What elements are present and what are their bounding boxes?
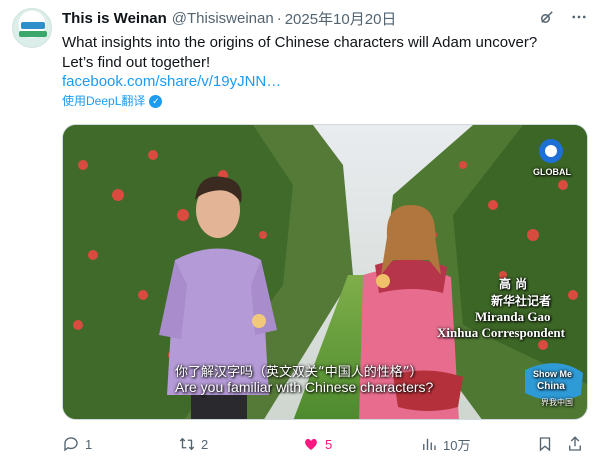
- caption-title-cn: 新华社记者: [491, 294, 552, 308]
- retweet-button[interactable]: 2: [178, 432, 208, 456]
- subtitle-en: Are you familiar with Chinese characters…: [175, 379, 434, 395]
- reply-count: 1: [85, 436, 93, 452]
- share-button[interactable]: [566, 432, 584, 456]
- brand-text-2: China: [537, 381, 565, 392]
- translate-label: 使用DeepL翻译: [62, 94, 146, 108]
- tweet-actions: 1 2 5 10万: [62, 432, 588, 456]
- like-count: 5: [325, 436, 333, 452]
- translate-badge-icon: ✓: [149, 94, 163, 108]
- brand-text-1: Show Me: [533, 369, 573, 379]
- brand-text-3: 界我中国: [541, 398, 573, 407]
- retweet-icon: [179, 437, 195, 451]
- tweet-link[interactable]: facebook.com/share/v/19yJNN…: [62, 72, 281, 92]
- views-button[interactable]: 10万: [420, 432, 470, 456]
- tweet-text: What insights into the origins of Chines…: [62, 33, 582, 73]
- tweet-text-line-1: What insights into the origins of Chines…: [62, 34, 538, 51]
- reply-button[interactable]: 1: [62, 432, 92, 456]
- bookmark-button[interactable]: [536, 432, 554, 456]
- video-media[interactable]: GLOBAL 高 尚 新华社记者 Miranda Gao Xinhua Corr…: [62, 124, 588, 420]
- reply-icon: [64, 437, 78, 452]
- retweet-count: 2: [201, 436, 209, 452]
- corner-logo-text: GLOBAL: [533, 167, 571, 177]
- tweet-text-line-2: Let’s find out together!: [62, 54, 211, 71]
- caption-name-en: Miranda Gao: [475, 309, 551, 324]
- subtitle-cn: 你了解汉字吗（英文双关“中国人的性格”）: [175, 365, 423, 380]
- bookmark-icon: [539, 437, 551, 452]
- caption-title-en: Xinhua Correspondent: [437, 325, 565, 340]
- caption-name-cn: 高 尚: [499, 277, 528, 291]
- avatar-logo-top: [21, 22, 45, 29]
- avatar-logo-bottom: [19, 31, 47, 37]
- share-icon: [569, 436, 581, 451]
- separator-dot: ·: [276, 9, 282, 27]
- translate-button[interactable]: 使用DeepL翻译 ✓: [62, 93, 163, 109]
- account-name[interactable]: This is Weinan: [62, 10, 167, 27]
- avatar[interactable]: [12, 8, 52, 48]
- header-icons: [538, 8, 588, 26]
- account-handle[interactable]: @Thisisweinan: [172, 10, 274, 27]
- grok-icon[interactable]: [538, 8, 556, 26]
- more-icon[interactable]: [570, 8, 588, 26]
- views-count: 10万: [443, 437, 471, 453]
- heart-icon: [305, 438, 317, 450]
- tweet-date[interactable]: 2025年10月20日: [285, 8, 397, 29]
- like-button[interactable]: 5: [302, 432, 332, 456]
- tweet-header: This is Weinan @Thisisweinan · 2025年10月2…: [62, 8, 588, 28]
- views-icon: [423, 438, 436, 450]
